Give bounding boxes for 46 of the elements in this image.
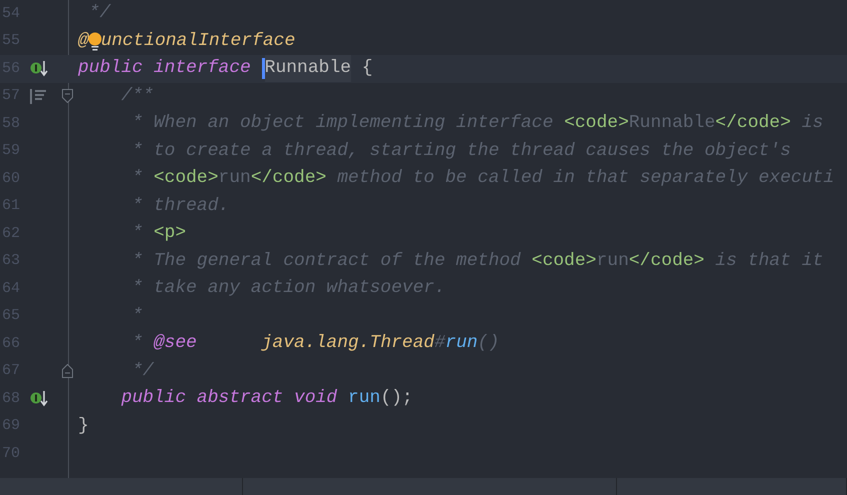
class-reference: java.lang.Thread (260, 332, 434, 356)
method-name: run (348, 387, 380, 410)
comment-text: * (130, 304, 143, 328)
comment-text: method to be called in that separately executi (336, 167, 834, 190)
comment-text: */ (88, 2, 110, 26)
comment-text: * (130, 167, 144, 190)
comment-text: is (800, 112, 824, 136)
html-tag: <code> (564, 110, 629, 138)
html-tag: </code> (250, 165, 326, 192)
html-tag: </code> (715, 110, 791, 138)
keyword: public abstract void (121, 387, 338, 410)
comment-text: * take any action whatsoever. (130, 277, 446, 300)
html-tag: <code> (154, 165, 218, 192)
comment-text: /** (121, 84, 154, 108)
code-text: run (218, 167, 251, 190)
annotation: unctionalInterface (100, 30, 296, 53)
annotation: @ (78, 30, 89, 53)
comment-text: * (130, 332, 144, 356)
doc-tag: @see (154, 330, 197, 358)
comment-text: * The general contract of the method (130, 250, 522, 273)
punctuation: { (360, 57, 373, 80)
text-cursor (262, 58, 265, 80)
method-reference: run (445, 332, 478, 356)
comment-text: # (434, 332, 446, 356)
comment-text: * When an object implementing interface (130, 112, 554, 136)
punctuation: (); (380, 387, 413, 410)
punctuation: } (78, 414, 89, 438)
comment-text: is that it (714, 250, 824, 273)
doc-render-icon[interactable] (30, 88, 46, 104)
keyword: public interface (78, 57, 252, 80)
html-tag: <code> (532, 248, 596, 275)
comment-text: () (478, 332, 500, 356)
html-tag: <p> (154, 220, 186, 248)
comment-text: */ (130, 360, 154, 383)
comment-text: * (130, 222, 144, 246)
implemented-icon[interactable] (30, 60, 49, 78)
fold-icon[interactable] (62, 364, 73, 378)
code-text: Runnable (628, 112, 716, 136)
lightbulb-icon[interactable] (88, 32, 102, 51)
class-name: Runnable (264, 55, 352, 82)
implemented-icon[interactable] (30, 390, 49, 408)
code-text: run (596, 250, 629, 273)
comment-text: * to create a thread, starting the thread causes the object's (130, 140, 791, 163)
comment-text: * thread. (130, 194, 230, 218)
html-tag: </code> (628, 248, 704, 275)
fold-icon[interactable] (62, 88, 73, 102)
